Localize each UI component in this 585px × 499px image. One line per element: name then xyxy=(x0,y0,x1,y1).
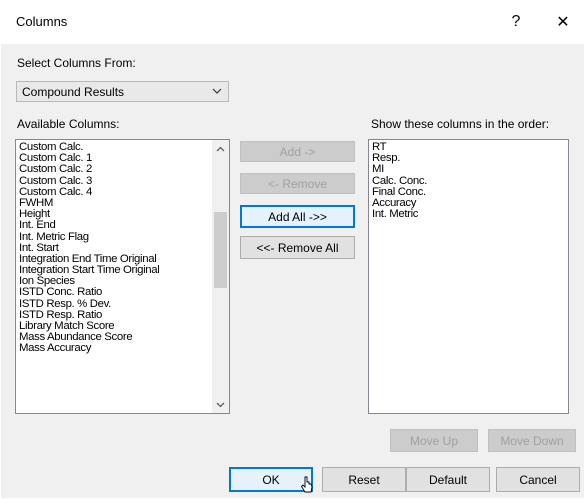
shown-column-item[interactable]: MI xyxy=(372,164,427,176)
available-columns-label: Available Columns: xyxy=(17,117,120,131)
chevron-down-icon xyxy=(212,88,222,94)
close-button[interactable]: ✕ xyxy=(548,8,578,36)
show-columns-label: Show these columns in the order: xyxy=(371,117,550,131)
scrollbar-thumb[interactable] xyxy=(214,212,227,288)
columns-source-dropdown[interactable]: Compound Results xyxy=(16,81,229,102)
available-column-item[interactable]: Int. End xyxy=(19,220,159,232)
move-up-button[interactable]: Move Up xyxy=(390,429,478,452)
available-columns-scrollbar[interactable] xyxy=(212,140,229,413)
default-button[interactable]: Default xyxy=(406,467,490,492)
columns-source-value: Compound Results xyxy=(22,85,125,99)
available-column-item[interactable]: Mass Accuracy xyxy=(19,343,159,355)
available-column-item[interactable]: Int. Metric Flag xyxy=(19,231,159,243)
select-columns-from-label: Select Columns From: xyxy=(17,56,136,70)
cancel-button[interactable]: Cancel xyxy=(496,467,580,492)
shown-columns-list[interactable]: RT Resp. MI Calc. Conc. Final Conc. Accuracy I… xyxy=(368,139,569,414)
shown-columns-items: RT Resp. MI Calc. Conc. Final Conc. Accuracy I… xyxy=(372,141,427,220)
remove-button[interactable]: <- Remove xyxy=(240,173,355,194)
available-columns-items: Custom Calc. Custom Calc. 1 Custom Calc. 2… xyxy=(19,141,160,355)
move-down-button[interactable]: Move Down xyxy=(488,429,576,452)
mouse-pointer-icon xyxy=(300,476,313,493)
title-bar: Columns ? ✕ xyxy=(0,0,585,44)
reset-button[interactable]: Reset xyxy=(322,467,406,492)
shown-column-item[interactable]: Int. Metric xyxy=(372,208,427,220)
available-column-item[interactable]: ISTD Conc. Ratio xyxy=(19,287,159,299)
help-button[interactable]: ? xyxy=(501,8,531,36)
scroll-up-arrow-icon[interactable] xyxy=(212,140,229,157)
window-title: Columns xyxy=(16,14,68,29)
add-button[interactable]: Add -> xyxy=(240,141,355,162)
remove-all-button[interactable]: <<- Remove All xyxy=(240,236,355,259)
available-column-item[interactable]: Custom Calc. 2 xyxy=(19,164,159,176)
available-columns-list[interactable]: Custom Calc. Custom Calc. 1 Custom Calc. 2… xyxy=(15,139,230,414)
scroll-down-arrow-icon[interactable] xyxy=(212,396,229,413)
add-all-button[interactable]: Add All ->> xyxy=(240,205,355,228)
